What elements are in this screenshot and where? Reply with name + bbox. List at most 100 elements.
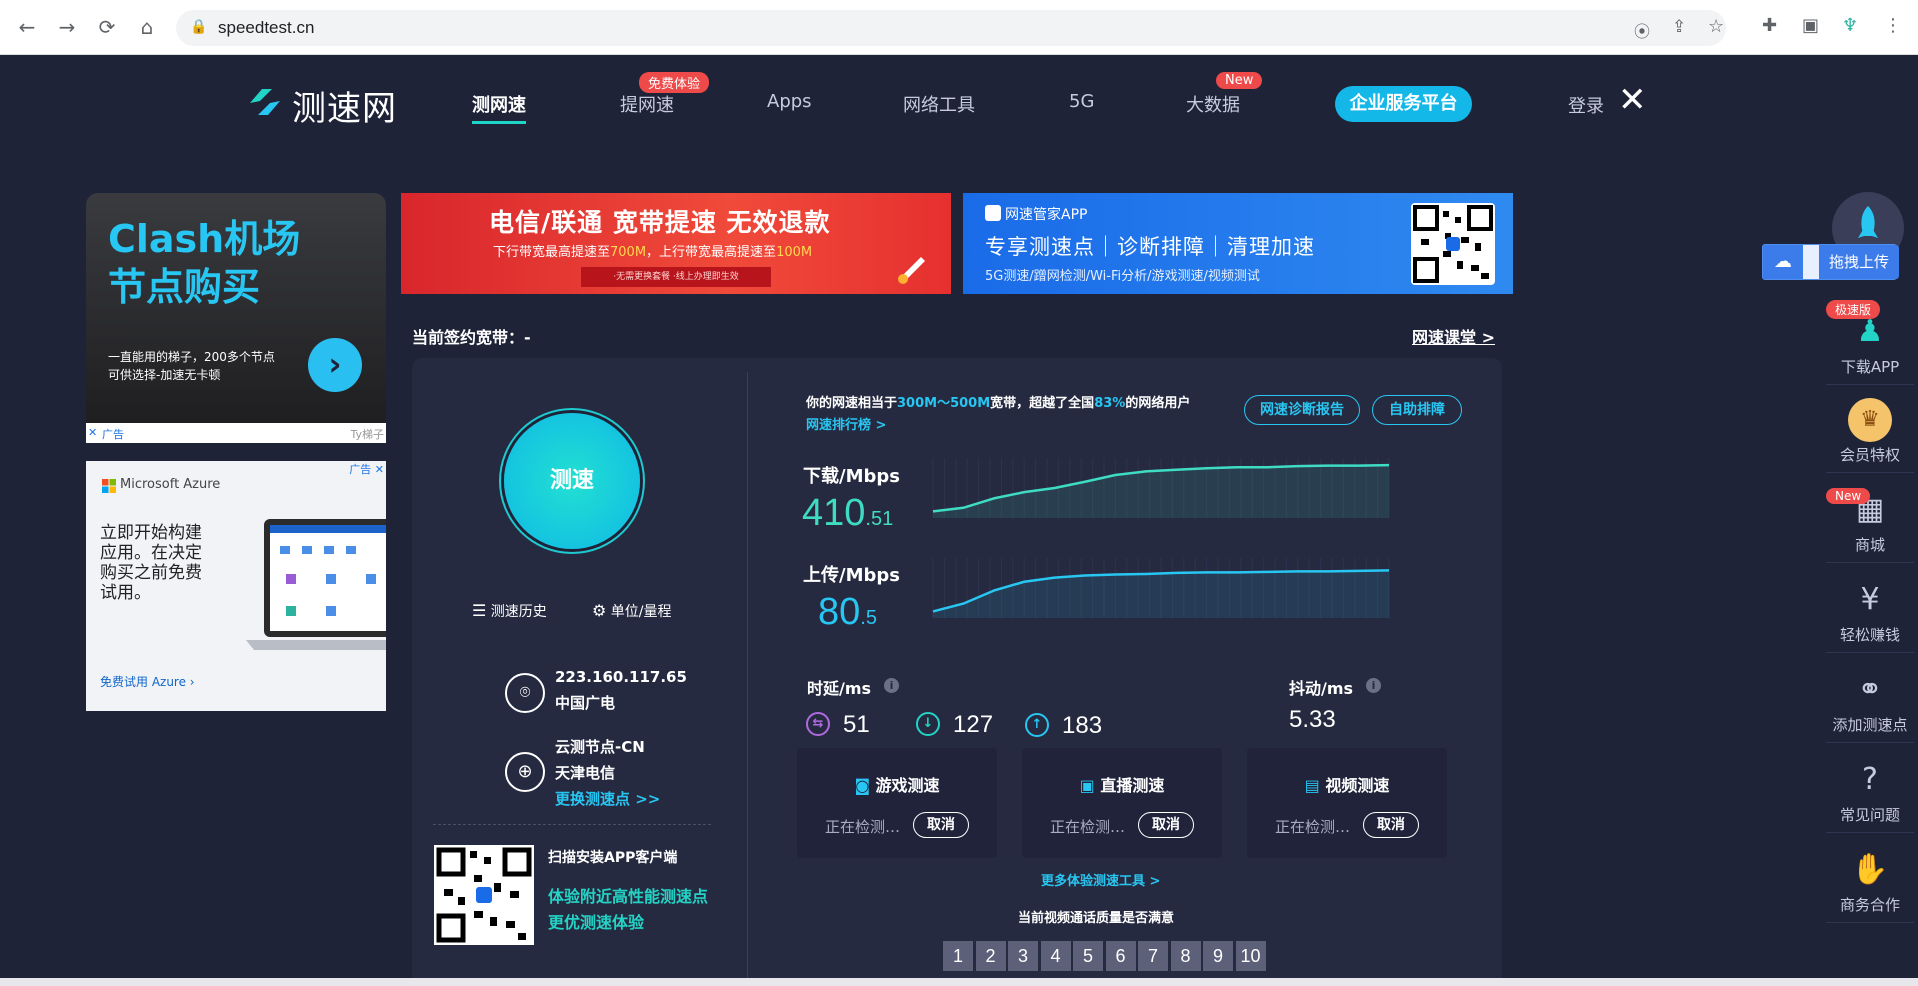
rating-button-6[interactable]: 6	[1105, 941, 1136, 971]
ad-close-icon[interactable]: ✕	[88, 426, 97, 439]
diagnosis-report-button[interactable]: 网速诊断报告	[1244, 395, 1360, 425]
download-latency-value: 127	[953, 711, 994, 738]
sidebar-item-add-node[interactable]: ⚭ 添加测速点	[1826, 658, 1914, 743]
laptop-image	[246, 519, 386, 650]
azure-ad[interactable]: Microsoft Azure 广告 ✕ 立即开始构建应用。在决定购买之前免费试…	[86, 461, 386, 711]
rating-button-3[interactable]: 3	[1008, 941, 1038, 971]
nav-apps[interactable]: Apps	[767, 91, 812, 112]
nav-5g[interactable]: 5G	[1069, 91, 1094, 112]
telecom-banner-pill: ·无需更换套餐 ·线上办理即生效	[581, 267, 771, 287]
enterprise-button[interactable]: 企业服务平台	[1335, 86, 1472, 122]
upload-int: 80	[818, 591, 861, 633]
sidebar-item-label: 添加测速点	[1832, 716, 1908, 734]
start-test-button[interactable]: 测速	[504, 413, 640, 549]
live-test-title: ▣ 直播测速	[1022, 772, 1222, 796]
live-test-card[interactable]: ▣ 直播测速 正在检测… 取消	[1022, 748, 1222, 858]
sidebar-item-download-app[interactable]: ♟ 下载APP 极速版	[1826, 300, 1914, 385]
nav-speedtest[interactable]: 测网速	[472, 91, 526, 124]
share-icon[interactable]: ⇪	[1672, 17, 1686, 37]
history-icon: ☰	[472, 601, 487, 620]
clash-ad-sub-line1: 一直能用的梯子，200多个节点	[108, 350, 275, 364]
speed-summary: 你的网速相当于300M～500M宽带，超越了全国83%的网络用户	[806, 392, 1190, 411]
video-test-title-text: 视频测速	[1325, 776, 1390, 795]
arrow-right-icon[interactable]: ›	[308, 338, 362, 392]
address-bar[interactable]: 🔒 speedtest.cn ⦿ ⇪ ☆	[176, 10, 1726, 46]
reload-icon[interactable]: ⟳	[94, 14, 120, 40]
app-banner[interactable]: 网速管家APP 专享测速点｜诊断排障｜清理加速 5G测速/蹭网检测/Wi-Fi分…	[963, 193, 1513, 294]
telecom-sub-mid: ，上行带宽最高提速至	[646, 245, 777, 260]
rating-button-9[interactable]: 9	[1203, 941, 1233, 971]
clash-ad[interactable]: Clash机场 节点购买 一直能用的梯子，200多个节点 可供选择-加速无卡顿 …	[86, 193, 386, 443]
location-pin-icon: ⌾	[505, 673, 545, 713]
rating-button-4[interactable]: 4	[1040, 941, 1071, 971]
sidebar-item-earn[interactable]: ¥ 轻松赚钱	[1826, 568, 1914, 653]
latency-label: 时延/ms	[807, 679, 872, 698]
forward-icon[interactable]: →	[54, 14, 80, 40]
idle-latency-icon: ⇆	[806, 712, 830, 736]
profile-icon[interactable]: ♆	[1842, 15, 1858, 36]
contract-bandwidth: 当前签约宽带：-	[412, 328, 531, 347]
handshake-icon: ✋	[1851, 852, 1889, 887]
scan-label: 扫描安装APP客户端	[548, 850, 678, 866]
azure-ad-label: 广告 ✕	[349, 463, 384, 476]
azure-cta-link[interactable]: 免费试用 Azure ›	[100, 673, 195, 690]
more-tools-link[interactable]: 更多体验测速工具 >	[1041, 870, 1160, 889]
latency-help-icon[interactable]: i	[884, 678, 899, 693]
video-test-cancel-button[interactable]: 取消	[1363, 812, 1419, 838]
game-test-title: ◙ 游戏测速	[797, 772, 997, 796]
qr-code-icon	[1411, 203, 1495, 285]
telecom-sub-prefix: 下行带宽最高提速至	[493, 245, 611, 260]
speed-rank-link[interactable]: 网速排行榜 >	[806, 414, 886, 433]
location-icon[interactable]: ⦿	[1634, 18, 1650, 42]
rating-button-2[interactable]: 2	[975, 941, 1006, 971]
login-link[interactable]: 登录	[1568, 92, 1604, 118]
gear-icon: ⚙	[592, 601, 607, 620]
rating-button-5[interactable]: 5	[1073, 941, 1103, 971]
sidepanel-icon[interactable]: ▣	[1802, 15, 1819, 36]
rating-button-1[interactable]: 1	[943, 941, 973, 971]
summary-range: 300M～500M	[897, 396, 991, 411]
sidebar-item-label: 商城	[1854, 536, 1885, 554]
video-test-card[interactable]: ▤ 视频测速 正在检测… 取消	[1247, 748, 1447, 858]
speed-course-link[interactable]: 网速课堂 >	[1412, 324, 1495, 348]
sidebar-item-business[interactable]: ✋ 商务合作	[1826, 838, 1914, 923]
back-icon[interactable]: ←	[14, 14, 40, 40]
nav-tools[interactable]: 网络工具	[903, 91, 975, 117]
rating-button-8[interactable]: 8	[1170, 941, 1201, 971]
menu-icon[interactable]: ⋮	[1884, 15, 1902, 36]
logo-text[interactable]: 测速网	[292, 81, 397, 130]
live-test-cancel-button[interactable]: 取消	[1138, 812, 1194, 838]
extensions-icon[interactable]: ✚	[1762, 15, 1777, 36]
rating-button-7[interactable]: 7	[1138, 941, 1168, 971]
ad-label: 广告	[102, 428, 124, 441]
horizontal-scrollbar[interactable]	[0, 978, 1918, 986]
globe-icon: ⊕	[505, 752, 545, 792]
unit-label: 单位/量程	[610, 604, 672, 620]
star-icon[interactable]: ☆	[1708, 16, 1724, 37]
game-test-cancel-button[interactable]: 取消	[913, 812, 969, 838]
nav-bigdata[interactable]: 大数据	[1186, 91, 1240, 117]
telecom-sub-down: 700M	[610, 245, 647, 260]
change-node-link[interactable]: 更换测速点 >>	[555, 788, 660, 809]
live-test-status: 正在检测…	[1050, 818, 1126, 836]
game-test-card[interactable]: ◙ 游戏测速 正在检测… 取消	[797, 748, 997, 858]
logo-icon[interactable]	[246, 85, 284, 119]
rating-button-10[interactable]: 10	[1235, 941, 1266, 971]
sidebar-item-faq[interactable]: ? 常见问题	[1826, 748, 1914, 833]
sidebar-item-label: 轻松赚钱	[1839, 626, 1900, 644]
nav-boost[interactable]: 提网速	[620, 91, 674, 117]
history-link[interactable]: ☰ 测速历史	[472, 601, 547, 621]
jitter-help-icon[interactable]: i	[1366, 678, 1381, 693]
drag-upload-button[interactable]: ☁ 拖拽上传	[1762, 244, 1899, 280]
home-icon[interactable]: ⌂	[134, 14, 160, 40]
close-icon[interactable]: ✕	[1618, 83, 1647, 117]
sidebar-item-store[interactable]: ▦ 商城 New	[1826, 478, 1914, 563]
self-troubleshoot-button[interactable]: 自助排障	[1372, 395, 1462, 425]
sidebar-item-membership[interactable]: ♛ 会员特权	[1826, 388, 1914, 473]
unit-link[interactable]: ⚙ 单位/量程	[592, 601, 672, 621]
app-logo-icon	[985, 205, 1001, 221]
upload-latency-icon: ↑	[1025, 713, 1049, 737]
history-label: 测速历史	[490, 604, 547, 620]
telecom-banner[interactable]: 电信/联通 宽带提速 无效退款 下行带宽最高提速至700M，上行带宽最高提速至1…	[401, 193, 951, 294]
app-banner-name: 网速管家APP	[985, 204, 1087, 224]
